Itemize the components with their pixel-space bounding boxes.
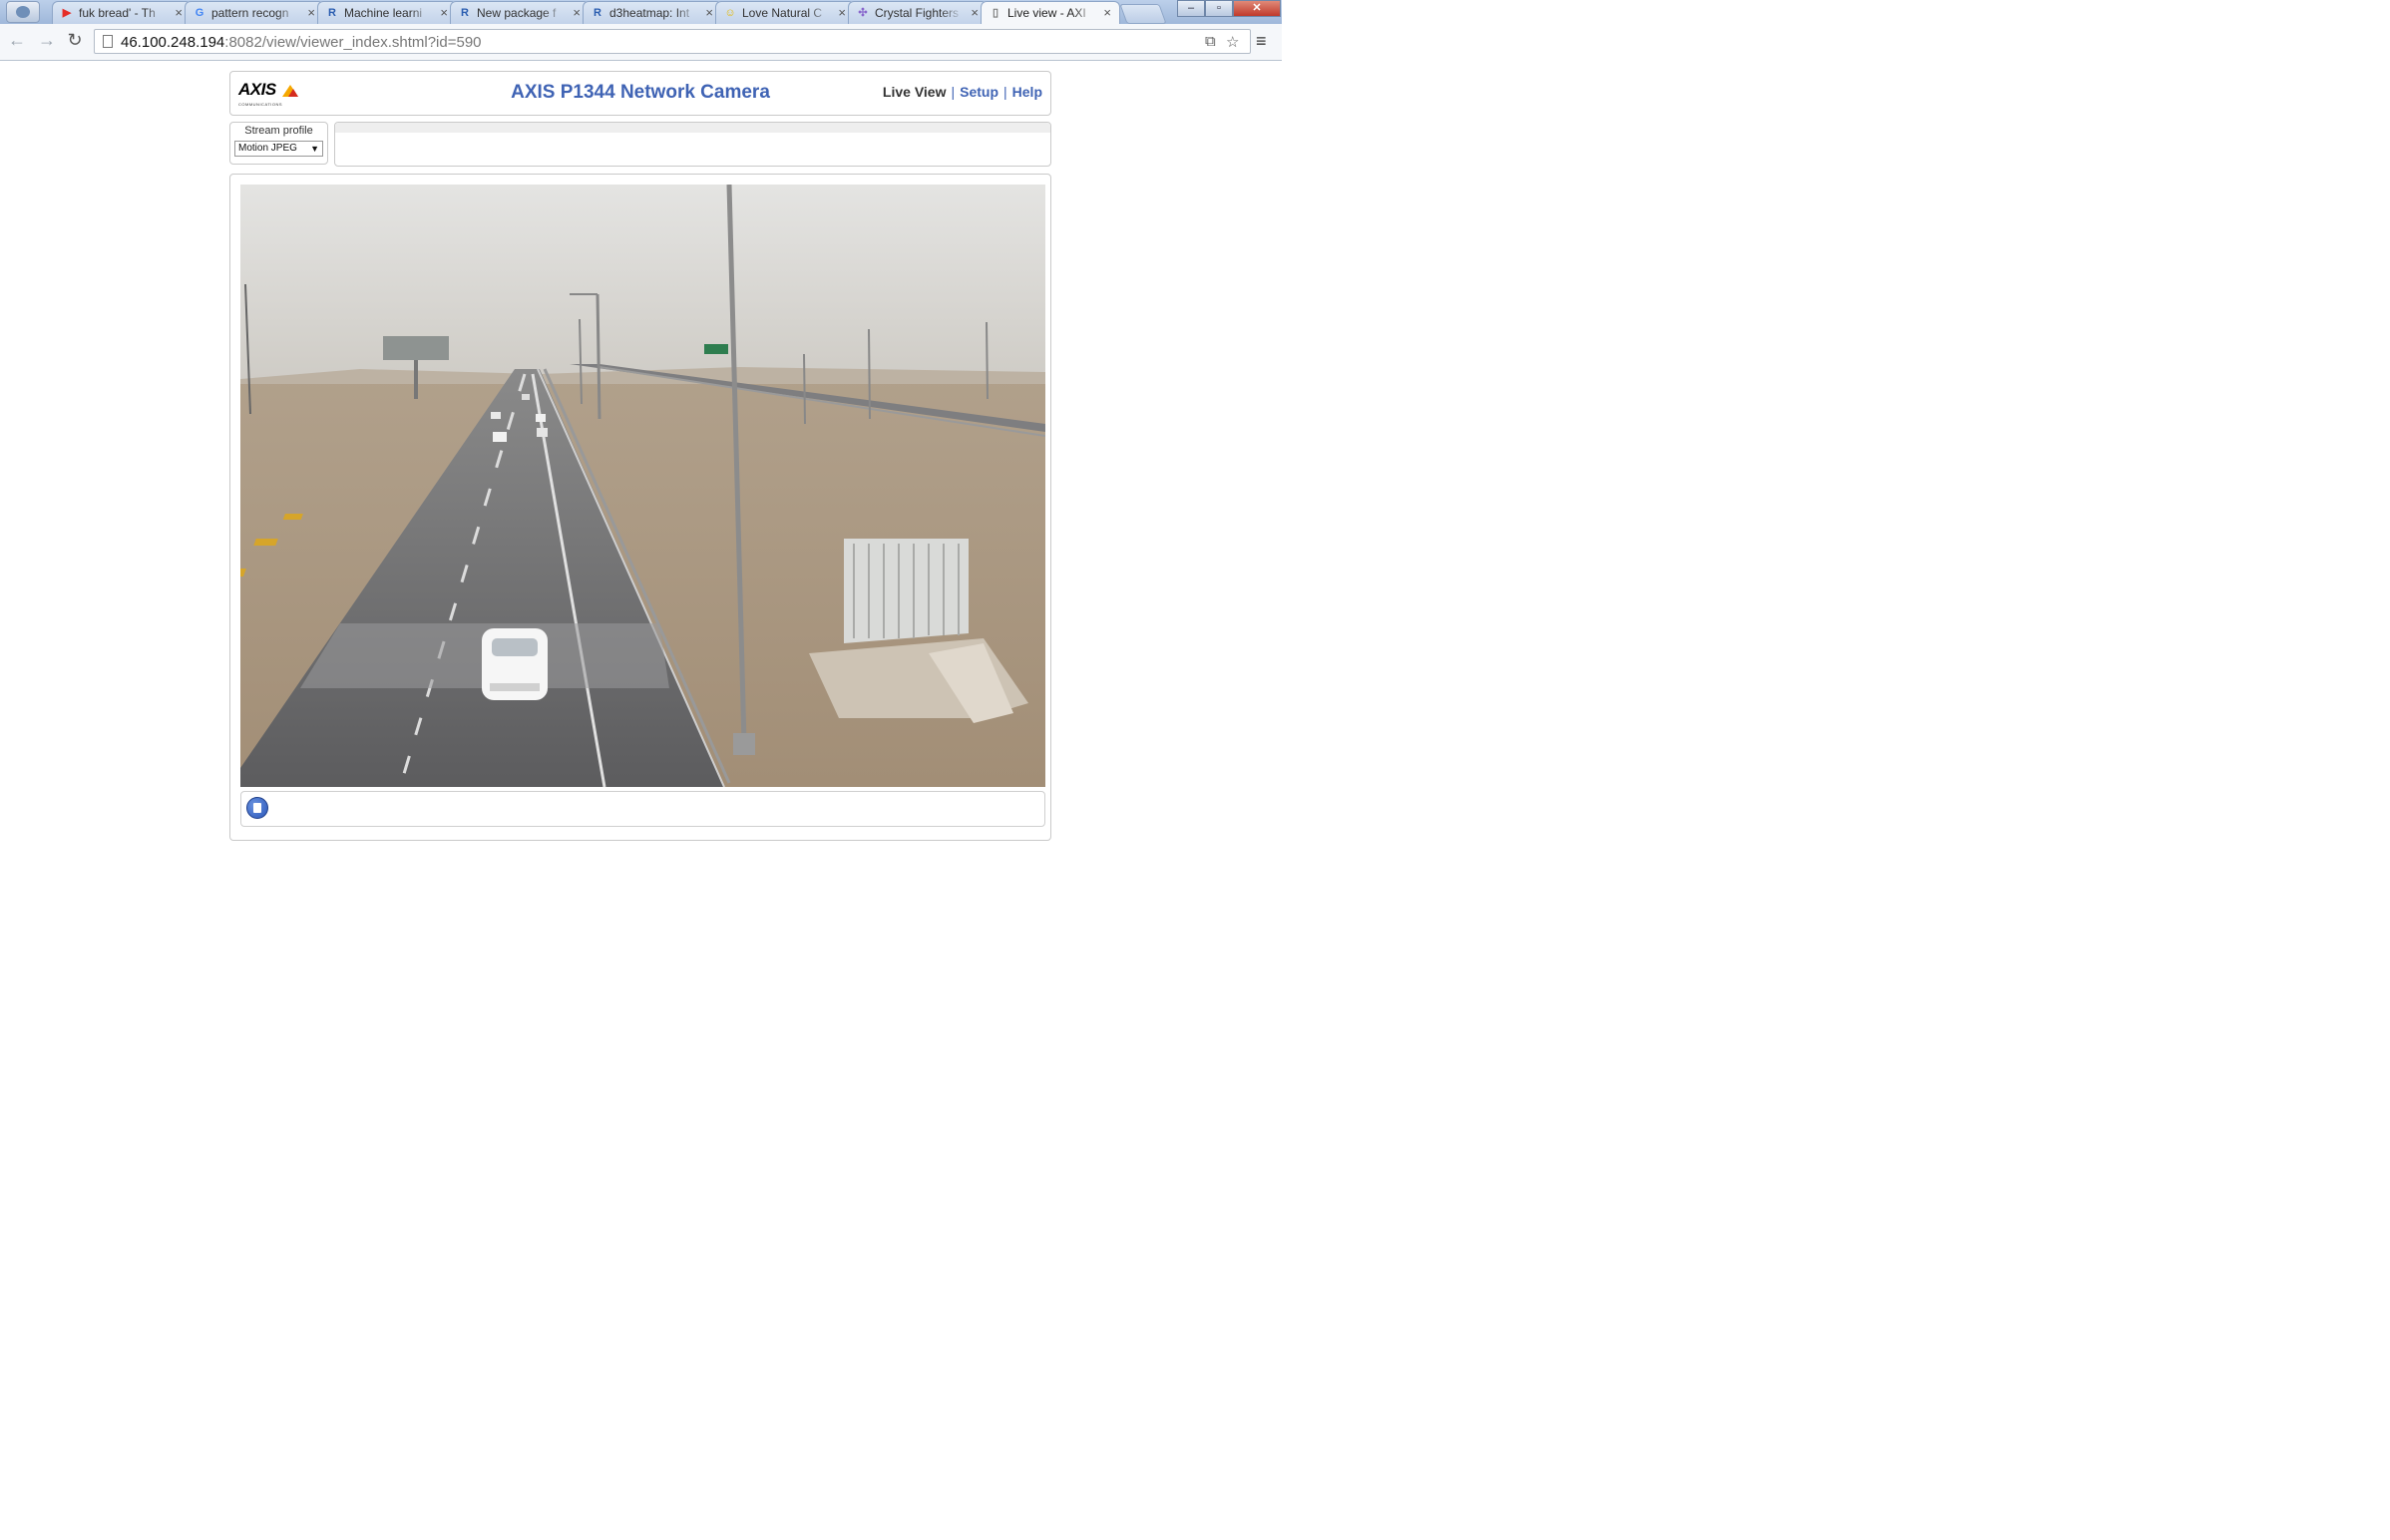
google-icon: G: [195, 7, 204, 19]
youtube-icon: ▶: [62, 7, 72, 19]
close-tab-icon[interactable]: ×: [307, 5, 315, 20]
close-tab-icon[interactable]: ×: [440, 5, 448, 20]
stream-profile-value: Motion JPEG: [238, 143, 297, 154]
url-text: 46.100.248.194:8082/view/viewer_index.sh…: [121, 34, 482, 51]
toolbar-strip: [335, 123, 1050, 133]
browser-tab[interactable]: R New package f ×: [450, 1, 590, 24]
close-tab-icon[interactable]: ×: [838, 5, 846, 20]
browser-toolbar: ← → ↻ 46.100.248.194:8082/view/viewer_in…: [0, 24, 1282, 61]
video-controls-bar: [240, 791, 1045, 827]
browser-tab[interactable]: R d3heatmap: Int ×: [583, 1, 722, 24]
browser-tab[interactable]: G pattern recogn ×: [185, 1, 324, 24]
new-tab-button[interactable]: [1119, 4, 1167, 24]
action-toolbar-panel: [334, 122, 1051, 167]
camera-header: AXIS COMMUNICATIONS AXIS P1344 Network C…: [229, 71, 1051, 116]
browser-tab[interactable]: ▶ fuk bread' - Th ×: [52, 1, 192, 24]
tab-title: Love Natural C: [742, 6, 823, 20]
r-icon: R: [594, 7, 601, 19]
tab-title: Machine learni: [344, 6, 423, 20]
stream-profile-select[interactable]: Motion JPEG ▼: [234, 141, 323, 157]
translate-icon[interactable]: ⧉: [1205, 33, 1216, 50]
stream-profile-panel: Stream profile Motion JPEG ▼: [229, 122, 328, 165]
maximize-button[interactable]: ▫: [1205, 0, 1233, 17]
chevron-down-icon: ▼: [310, 144, 319, 154]
camera-image: [240, 185, 1045, 787]
close-window-button[interactable]: ✕: [1233, 0, 1281, 17]
close-tab-icon[interactable]: ×: [175, 5, 183, 20]
window-controls: – ▫ ✕: [1177, 0, 1281, 18]
url-path: :8082/view/viewer_index.shtml?id=590: [224, 34, 482, 51]
nav-live-view[interactable]: Live View: [883, 84, 947, 100]
close-tab-icon[interactable]: ×: [705, 5, 713, 20]
smiley-icon: ☺: [724, 7, 736, 19]
close-tab-icon[interactable]: ×: [1103, 5, 1111, 20]
browser-tab[interactable]: ☺ Love Natural C ×: [715, 1, 855, 24]
live-video-stream[interactable]: [240, 185, 1045, 787]
top-navigation: Live View | Setup | Help: [883, 84, 1042, 100]
forward-icon[interactable]: →: [36, 30, 58, 51]
nav-separator: |: [1003, 84, 1007, 100]
minimize-button[interactable]: –: [1177, 0, 1205, 17]
tab-title: Live view - AXI: [1007, 6, 1086, 20]
tab-title: pattern recogn: [211, 6, 289, 20]
back-icon[interactable]: ←: [6, 30, 28, 51]
tab-title: d3heatmap: Int: [609, 6, 690, 20]
nav-separator: |: [951, 84, 956, 100]
puzzle-icon: ✣: [858, 7, 868, 19]
tab-title: New package f: [477, 6, 557, 20]
r-icon: R: [461, 7, 469, 19]
reload-icon[interactable]: ↻: [64, 30, 86, 51]
nav-help[interactable]: Help: [1012, 84, 1042, 100]
nav-setup[interactable]: Setup: [960, 84, 998, 100]
tab-title: fuk bread' - Th: [79, 6, 156, 20]
browser-profile-icon[interactable]: [6, 1, 40, 23]
browser-tab-active[interactable]: ▯ Live view - AXI ×: [981, 1, 1120, 24]
browser-tab[interactable]: R Machine learni ×: [317, 1, 457, 24]
address-bar[interactable]: 46.100.248.194:8082/view/viewer_index.sh…: [94, 29, 1251, 54]
page-info-icon[interactable]: [103, 35, 113, 48]
bookmark-star-icon[interactable]: ☆: [1226, 33, 1239, 51]
url-host: 46.100.248.194: [121, 34, 225, 51]
stop-stream-button[interactable]: [246, 797, 268, 819]
r-icon: R: [328, 7, 336, 19]
close-tab-icon[interactable]: ×: [573, 5, 581, 20]
browser-tab[interactable]: ✣ Crystal Fighters ×: [848, 1, 988, 24]
close-tab-icon[interactable]: ×: [971, 5, 979, 20]
page-icon: ▯: [992, 7, 999, 19]
tab-title: Crystal Fighters: [875, 6, 960, 20]
stream-profile-label: Stream profile: [244, 125, 313, 137]
menu-icon[interactable]: ≡: [1256, 31, 1267, 52]
browser-tab-strip: ▶ fuk bread' - Th × G pattern recogn × R…: [0, 0, 1282, 24]
